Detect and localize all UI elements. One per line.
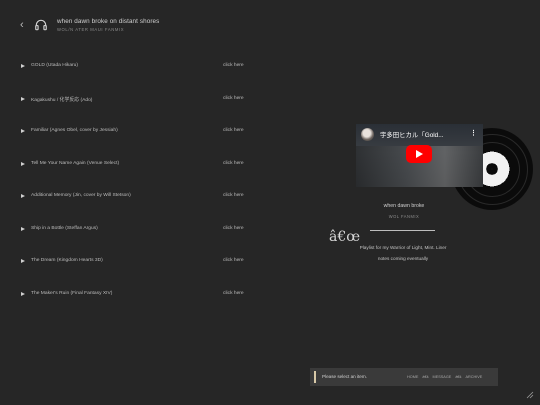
play-icon[interactable]: [21, 291, 25, 296]
nav-separator: â€š: [422, 375, 429, 379]
track-title: Familiar (Agnes Obel, cover by Jessiah): [31, 128, 118, 133]
track-link[interactable]: click here: [223, 226, 244, 231]
track-row[interactable]: Tell Me Your Name Again (Venue Select) c…: [21, 159, 251, 192]
play-icon[interactable]: [21, 161, 25, 166]
track-link[interactable]: click here: [223, 96, 244, 101]
record-spindle: [491, 168, 493, 170]
track-row[interactable]: Additional Memory (Jin, cover by Will St…: [21, 191, 251, 224]
nav-separator: â€š: [455, 375, 462, 379]
youtube-play-icon[interactable]: [406, 145, 432, 163]
play-icon[interactable]: [21, 64, 25, 68]
status-accent: [314, 371, 316, 383]
track-title: GOLD (Utada Hikaru): [31, 63, 79, 68]
video-title[interactable]: 宇多田ヒカル「Gold...: [380, 130, 444, 139]
track-row[interactable]: Ship in a Bottle (Steffan Argus) click h…: [21, 224, 251, 257]
nav-home[interactable]: HOME: [407, 375, 418, 379]
track-title: Additional Memory (Jin, cover by Will St…: [31, 193, 131, 198]
playlist-description: Playlist for my Warrior of Light, Mint. …: [359, 245, 447, 261]
track-row[interactable]: Familiar (Agnes Obel, cover by Jessiah) …: [21, 126, 251, 159]
track-link[interactable]: click here: [223, 291, 244, 296]
status-bar: Please select an item. HOME â€š MESSAGE …: [310, 368, 498, 386]
track-link[interactable]: click here: [223, 258, 244, 263]
headphones-icon: [35, 19, 47, 31]
track-row[interactable]: The Dream (Kingdom Hearts 3D) click here: [21, 256, 251, 289]
resize-icon[interactable]: [526, 391, 534, 399]
more-vertical-icon[interactable]: ⋮: [470, 129, 477, 137]
header: ‹ when dawn broke on distant shores WOL/…: [20, 18, 159, 32]
track-link[interactable]: click here: [223, 128, 244, 133]
page-title: when dawn broke on distant shores: [57, 18, 160, 25]
track-list: GOLD (Utada Hikaru) click here Kagakushu…: [21, 61, 251, 321]
track-title: The Dream (Kingdom Hearts 3D): [31, 258, 103, 263]
play-icon[interactable]: [21, 194, 25, 198]
track-title: Ship in a Bottle (Steffan Argus): [31, 225, 98, 231]
play-icon[interactable]: [21, 259, 25, 263]
track-link[interactable]: click here: [223, 161, 244, 166]
page: ‹ when dawn broke on distant shores WOL/…: [0, 0, 540, 405]
track-row[interactable]: GOLD (Utada Hikaru) click here: [21, 61, 251, 94]
quote-glyph: â€œ: [329, 229, 361, 245]
playlist-title: when dawn broke: [383, 203, 425, 209]
nav-message[interactable]: MESSAGE: [433, 375, 452, 379]
play-icon[interactable]: [21, 226, 25, 231]
nav-archive[interactable]: ARCHIVE: [465, 375, 482, 379]
track-title: The Maker's Ruin (Final Fantasy XIV): [31, 290, 113, 296]
track-title: Kagakushu / 化学反応 (Ado): [31, 97, 93, 103]
track-link[interactable]: click here: [223, 63, 244, 68]
track-link[interactable]: click here: [223, 193, 244, 198]
track-row[interactable]: The Maker's Ruin (Final Fantasy XIV) cli…: [21, 289, 251, 322]
play-icon[interactable]: [21, 96, 25, 101]
play-icon[interactable]: [21, 129, 25, 133]
divider: [370, 230, 435, 231]
footer-nav: HOME â€š MESSAGE â€š ARCHIVE: [407, 375, 482, 379]
status-message: Please select an item.: [322, 374, 367, 379]
youtube-embed[interactable]: 宇多田ヒカル「Gold... ⋮: [356, 124, 483, 187]
chevron-left-icon[interactable]: ‹: [20, 19, 28, 31]
track-row[interactable]: Kagakushu / 化学反応 (Ado) click here: [21, 94, 251, 127]
track-title: Tell Me Your Name Again (Venue Select): [31, 160, 120, 166]
page-subtitle: WOL/N ATER MAUI FANMIX: [57, 27, 125, 32]
playlist-subtitle: WOL FANMIX: [388, 214, 420, 219]
header-text: when dawn broke on distant shores WOL/N …: [57, 18, 159, 32]
channel-avatar[interactable]: [361, 128, 374, 141]
